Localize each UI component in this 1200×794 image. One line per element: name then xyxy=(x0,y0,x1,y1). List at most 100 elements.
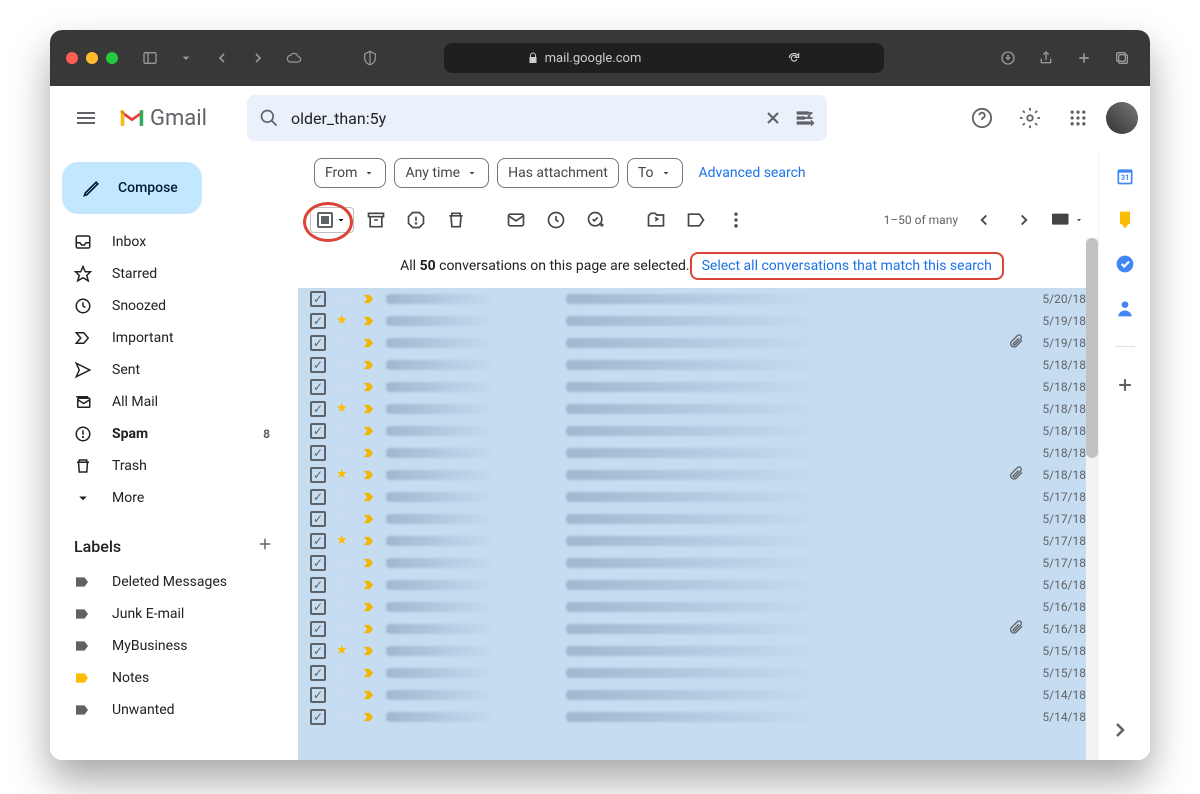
sidebar-toggle-icon[interactable] xyxy=(138,46,162,70)
email-row[interactable]: ★ 5/15/18 xyxy=(298,640,1098,662)
shield-icon[interactable] xyxy=(358,46,382,70)
email-checkbox[interactable] xyxy=(310,555,326,571)
email-checkbox[interactable] xyxy=(310,533,326,549)
email-checkbox[interactable] xyxy=(310,335,326,351)
email-row[interactable]: ☆ 5/18/18 xyxy=(298,376,1098,398)
sidebar-item-snoozed[interactable]: Snoozed xyxy=(50,290,290,322)
star-icon[interactable]: ☆ xyxy=(336,423,352,438)
important-icon[interactable] xyxy=(362,666,376,680)
star-icon[interactable]: ☆ xyxy=(336,445,352,460)
star-icon[interactable]: ☆ xyxy=(336,577,352,592)
sidebar-item-starred[interactable]: Starred xyxy=(50,258,290,290)
email-checkbox[interactable] xyxy=(310,401,326,417)
email-checkbox[interactable] xyxy=(310,599,326,615)
sidebar-item-sent[interactable]: Sent xyxy=(50,354,290,386)
star-icon[interactable]: ★ xyxy=(336,533,352,548)
search-options-icon[interactable] xyxy=(795,108,815,128)
email-checkbox[interactable] xyxy=(310,423,326,439)
download-icon[interactable] xyxy=(996,46,1020,70)
snooze-button[interactable] xyxy=(538,202,574,238)
email-row[interactable]: ☆ 5/16/18 xyxy=(298,596,1098,618)
calendar-icon[interactable]: 31 xyxy=(1115,166,1135,186)
scrollbar[interactable] xyxy=(1086,238,1098,760)
important-icon[interactable] xyxy=(362,358,376,372)
cloud-icon[interactable] xyxy=(282,46,306,70)
star-icon[interactable]: ★ xyxy=(336,313,352,328)
addons-icon[interactable] xyxy=(1115,375,1135,395)
collapse-panel-button[interactable] xyxy=(1108,718,1132,742)
email-checkbox[interactable] xyxy=(310,291,326,307)
email-row[interactable]: ☆ 5/16/18 xyxy=(298,618,1098,640)
main-menu-button[interactable] xyxy=(62,94,110,142)
labels-button[interactable] xyxy=(678,202,714,238)
email-row[interactable]: ☆ 5/14/18 xyxy=(298,684,1098,706)
email-checkbox[interactable] xyxy=(310,467,326,483)
chevron-down-icon[interactable] xyxy=(174,46,198,70)
label-item-notes[interactable]: Notes xyxy=(50,662,290,694)
settings-icon[interactable] xyxy=(1010,98,1050,138)
compose-button[interactable]: Compose xyxy=(62,162,202,214)
important-icon[interactable] xyxy=(362,402,376,416)
important-icon[interactable] xyxy=(362,622,376,636)
to-chip[interactable]: To xyxy=(627,158,683,188)
label-item-junk-e-mail[interactable]: Junk E-mail xyxy=(50,598,290,630)
star-icon[interactable]: ☆ xyxy=(336,489,352,504)
input-tools-button[interactable] xyxy=(1050,202,1086,238)
important-icon[interactable] xyxy=(362,292,376,306)
email-row[interactable]: ☆ 5/16/18 xyxy=(298,574,1098,596)
star-icon[interactable]: ☆ xyxy=(336,555,352,570)
email-row[interactable]: ★ 5/18/18 xyxy=(298,464,1098,486)
search-box[interactable] xyxy=(247,95,827,141)
important-icon[interactable] xyxy=(362,468,376,482)
delete-button[interactable] xyxy=(438,202,474,238)
sidebar-item-trash[interactable]: Trash xyxy=(50,450,290,482)
email-row[interactable]: ☆ 5/18/18 xyxy=(298,420,1098,442)
email-checkbox[interactable] xyxy=(310,379,326,395)
email-checkbox[interactable] xyxy=(310,709,326,725)
star-icon[interactable]: ☆ xyxy=(336,291,352,306)
star-icon[interactable]: ☆ xyxy=(336,621,352,636)
contacts-icon[interactable] xyxy=(1115,298,1135,318)
email-row[interactable]: ☆ 5/18/18 xyxy=(298,354,1098,376)
star-icon[interactable]: ★ xyxy=(336,467,352,482)
apps-icon[interactable] xyxy=(1058,98,1098,138)
email-list[interactable]: ☆ 5/20/18 ★ 5/19/18 ☆ 5/19/18 ☆ 5/18/18 … xyxy=(298,288,1098,760)
help-icon[interactable] xyxy=(962,98,1002,138)
select-all-checkbox[interactable] xyxy=(317,212,333,228)
select-all-button[interactable] xyxy=(310,207,354,233)
tabs-icon[interactable] xyxy=(1110,46,1134,70)
chevron-down-icon[interactable] xyxy=(335,214,347,226)
email-row[interactable]: ★ 5/17/18 xyxy=(298,530,1098,552)
email-checkbox[interactable] xyxy=(310,665,326,681)
star-icon[interactable]: ☆ xyxy=(336,599,352,614)
close-window-button[interactable] xyxy=(66,52,78,64)
email-row[interactable]: ☆ 5/20/18 xyxy=(298,288,1098,310)
important-icon[interactable] xyxy=(362,446,376,460)
maximize-window-button[interactable] xyxy=(106,52,118,64)
star-icon[interactable]: ★ xyxy=(336,643,352,658)
email-row[interactable]: ☆ 5/17/18 xyxy=(298,486,1098,508)
important-icon[interactable] xyxy=(362,578,376,592)
email-row[interactable]: ☆ 5/14/18 xyxy=(298,706,1098,728)
email-checkbox[interactable] xyxy=(310,621,326,637)
anytime-chip[interactable]: Any time xyxy=(394,158,489,188)
select-all-matching-link[interactable]: Select all conversations that match this… xyxy=(698,256,996,276)
next-page-button[interactable] xyxy=(1006,202,1042,238)
email-checkbox[interactable] xyxy=(310,313,326,329)
sidebar-item-more[interactable]: More xyxy=(50,482,290,514)
email-row[interactable]: ★ 5/18/18 xyxy=(298,398,1098,420)
archive-button[interactable] xyxy=(358,202,394,238)
search-input[interactable] xyxy=(291,109,751,128)
email-checkbox[interactable] xyxy=(310,511,326,527)
mark-unread-button[interactable] xyxy=(498,202,534,238)
back-button[interactable] xyxy=(210,46,234,70)
add-label-button[interactable] xyxy=(256,535,274,557)
email-row[interactable]: ☆ 5/15/18 xyxy=(298,662,1098,684)
email-checkbox[interactable] xyxy=(310,643,326,659)
important-icon[interactable] xyxy=(362,336,376,350)
important-icon[interactable] xyxy=(362,688,376,702)
keep-icon[interactable] xyxy=(1115,210,1135,230)
star-icon[interactable]: ☆ xyxy=(336,379,352,394)
email-row[interactable]: ☆ 5/19/18 xyxy=(298,332,1098,354)
address-bar[interactable]: mail.google.com xyxy=(444,43,884,73)
